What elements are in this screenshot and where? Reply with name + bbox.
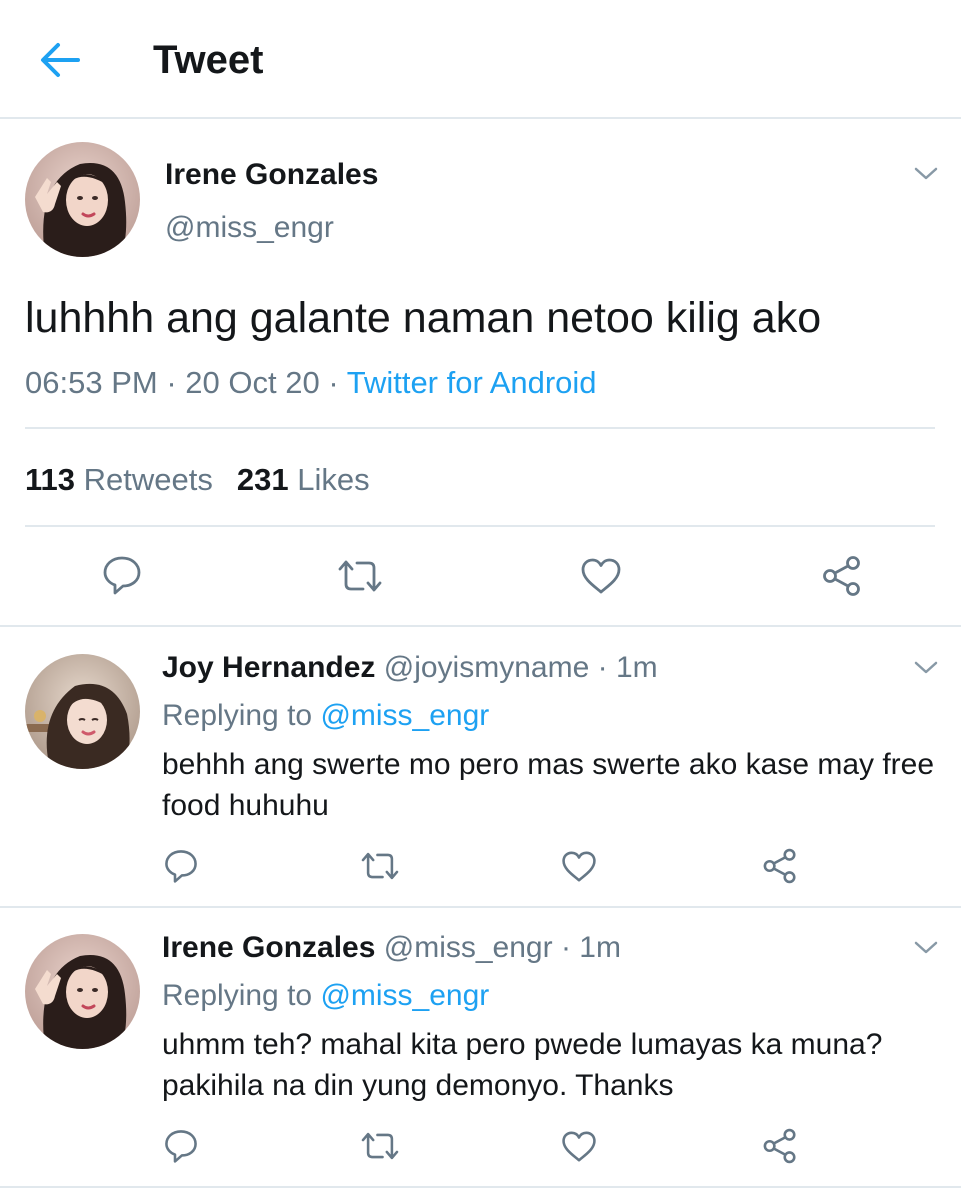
reply-tweet[interactable]: Irene Gonzales @miss_engr · 1m Replying … [0, 907, 961, 1188]
likes-stat[interactable]: 231 Likes [237, 462, 370, 497]
retweet-icon [361, 852, 399, 880]
tweet-text: luhhhh ang galante naman netoo kilig ako [25, 294, 822, 342]
retweets-stat[interactable]: 113 Retweets [25, 462, 213, 497]
speech-bubble-icon [165, 1130, 197, 1163]
divider [25, 525, 935, 527]
likes-label: Likes [297, 462, 370, 497]
replying-to-label: Replying to [162, 979, 313, 1012]
retweet-button[interactable] [359, 1129, 401, 1163]
like-button[interactable] [561, 1130, 597, 1163]
retweet-icon [338, 560, 382, 592]
replying-to-mention[interactable]: @miss_engr [320, 699, 489, 732]
chevron-down-icon [914, 661, 938, 674]
reply-header: Joy Hernandez @joyismyname · 1m [162, 651, 658, 685]
tweet-meta: 06:53 PM · 20 Oct 20 · Twitter for Andro… [25, 365, 597, 401]
retweets-count: 113 [25, 462, 76, 497]
meta-separator: · [328, 365, 339, 400]
tweet-menu-button[interactable] [913, 939, 939, 957]
share-button[interactable] [761, 1127, 799, 1165]
avatar[interactable] [25, 142, 140, 257]
reply-author-name[interactable]: Joy Hernandez [162, 651, 375, 684]
share-icon [763, 848, 796, 884]
chevron-down-icon [914, 941, 938, 954]
tweet-stats: 113 Retweets 231 Likes [25, 462, 370, 498]
speech-bubble-icon [165, 850, 197, 883]
share-button[interactable] [820, 554, 864, 598]
tweet-source-link[interactable]: Twitter for Android [347, 365, 597, 400]
reply-button[interactable] [163, 1128, 199, 1164]
avatar[interactable] [25, 654, 140, 769]
reply-time: 1m [615, 651, 658, 684]
reply-tweet[interactable]: Joy Hernandez @joyismyname · 1m Replying… [0, 627, 961, 908]
reply-author-handle[interactable]: @miss_engr [384, 931, 553, 964]
reply-author-name[interactable]: Irene Gonzales [162, 931, 375, 964]
reply-time: 1m [579, 931, 621, 964]
chevron-down-icon [914, 167, 938, 180]
share-icon [763, 1128, 796, 1164]
likes-count: 231 [236, 462, 289, 497]
back-button[interactable] [38, 40, 82, 80]
heart-icon [562, 1131, 596, 1162]
reply-button[interactable] [163, 848, 199, 884]
reply-author-handle[interactable]: @joyismyname [384, 651, 590, 684]
share-icon [823, 556, 860, 596]
replying-to: Replying to @miss_engr [162, 699, 489, 733]
main-tweet: Irene Gonzales @miss_engr luhhhh ang gal… [0, 121, 961, 627]
like-button[interactable] [561, 850, 597, 883]
divider [25, 427, 935, 429]
avatar[interactable] [25, 934, 140, 1049]
retweets-label: Retweets [83, 462, 213, 497]
heart-icon [581, 558, 621, 594]
meta-separator: · [560, 931, 571, 964]
reply-text: uhmm teh? mahal kita pero pwede lumayas … [162, 1028, 883, 1102]
retweet-button[interactable] [359, 849, 401, 883]
speech-bubble-icon [103, 556, 141, 595]
reply-text: behhh ang swerte mo pero mas swerte ako … [162, 748, 935, 822]
author-handle[interactable]: @miss_engr [165, 211, 334, 245]
replying-to-label: Replying to [162, 699, 313, 732]
heart-icon [562, 851, 596, 882]
replying-to-mention[interactable]: @miss_engr [320, 979, 489, 1012]
reply-header: Irene Gonzales @miss_engr · 1m [162, 931, 621, 965]
tweet-time: 06:53 PM [25, 365, 158, 400]
top-bar: Tweet [0, 0, 961, 119]
reply-button[interactable] [101, 554, 143, 596]
arrow-left-icon [41, 43, 80, 77]
tweet-menu-button[interactable] [913, 659, 939, 677]
retweet-icon [361, 1132, 399, 1160]
replying-to: Replying to @miss_engr [162, 979, 489, 1013]
tweet-menu-button[interactable] [913, 165, 939, 183]
tweet-date: 20 Oct 20 [185, 365, 320, 400]
author-name[interactable]: Irene Gonzales [165, 158, 378, 192]
like-button[interactable] [580, 557, 622, 595]
page-title: Tweet [153, 38, 264, 82]
share-button[interactable] [761, 847, 799, 885]
retweet-button[interactable] [336, 556, 384, 596]
meta-separator: · [597, 651, 608, 684]
meta-separator: · [166, 365, 177, 400]
